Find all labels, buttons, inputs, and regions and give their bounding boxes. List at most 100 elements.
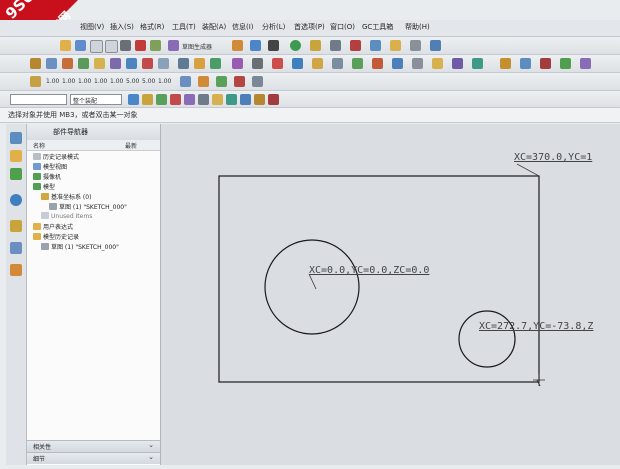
tree-item-history-sketch[interactable]: 草图 (1) "SKETCH_000" [41, 242, 119, 251]
delete-icon[interactable] [135, 40, 146, 51]
snap-point-icon[interactable] [184, 94, 195, 105]
analysis-icon[interactable] [540, 58, 551, 69]
sketch-canvas[interactable]: XC=370.0,YC=1 XC=0.0,YC=0.0,ZC=0.0 XC=27… [161, 124, 620, 465]
project-icon[interactable] [432, 58, 443, 69]
copy-icon[interactable] [120, 40, 131, 51]
type-filter-dropdown[interactable] [10, 94, 67, 105]
boss-icon[interactable] [78, 58, 89, 69]
pad-icon[interactable] [110, 58, 121, 69]
dimension-icon[interactable] [412, 58, 423, 69]
unit-label[interactable]: 5.00 [126, 78, 139, 85]
snap-tangent-icon[interactable] [198, 94, 209, 105]
view-icon[interactable] [250, 40, 261, 51]
tree-item-model-views[interactable]: 模型视图 [33, 162, 67, 171]
symbol-icon[interactable] [234, 76, 245, 87]
palette-tab-icon[interactable] [10, 264, 22, 276]
reuse-library-tab-icon[interactable] [10, 168, 22, 180]
unit-label[interactable]: 1.00 [94, 78, 107, 85]
column-latest[interactable]: 最新 [125, 141, 137, 150]
dimension-style-icon[interactable] [30, 76, 41, 87]
tree-item-model-history[interactable]: 模型历史记录 [33, 232, 79, 241]
menu-view[interactable]: 视图(V) [80, 22, 104, 32]
curve-icon[interactable] [560, 58, 571, 69]
unit-label[interactable]: 1.00 [110, 78, 123, 85]
intersect-icon[interactable] [452, 58, 463, 69]
unit-label[interactable]: 1.00 [62, 78, 75, 85]
spline-icon[interactable] [332, 58, 343, 69]
menu-tools[interactable]: 工具(T) [172, 22, 196, 32]
menu-help[interactable]: 帮助(H) [405, 22, 430, 32]
fillet-icon[interactable] [372, 58, 383, 69]
menu-prefs[interactable]: 首选项(P) [294, 22, 325, 32]
sweep-icon[interactable] [580, 58, 591, 69]
menu-window[interactable]: 窗口(O) [330, 22, 355, 32]
revolve-icon[interactable] [46, 58, 57, 69]
snap-face-icon[interactable] [254, 94, 265, 105]
snap-center-icon[interactable] [170, 94, 181, 105]
assembly-filter-dropdown[interactable]: 整个装配 [70, 94, 122, 105]
gdt-icon[interactable] [252, 76, 263, 87]
sketch-rectangle[interactable] [218, 175, 540, 383]
layer-icon[interactable] [310, 40, 321, 51]
menu-assembly[interactable]: 装配(A) [202, 22, 226, 32]
tree-item-model[interactable]: 模型 [33, 182, 55, 191]
history-tab-icon[interactable] [10, 220, 22, 232]
pocket-icon[interactable] [94, 58, 105, 69]
hole-icon[interactable] [62, 58, 73, 69]
tools-icon[interactable] [390, 40, 401, 51]
snap-mid-icon[interactable] [156, 94, 167, 105]
line-icon[interactable] [252, 58, 263, 69]
open-icon[interactable] [60, 40, 71, 51]
move-icon[interactable] [472, 58, 483, 69]
tree-item-history-mode[interactable]: 历史记录模式 [33, 152, 79, 161]
assembly-navigator-tab-icon[interactable] [10, 150, 22, 162]
offset-icon[interactable] [352, 58, 363, 69]
sketch-icon[interactable] [168, 40, 179, 51]
surface-icon[interactable] [500, 58, 511, 69]
sphere-icon[interactable] [290, 40, 301, 51]
mirror-icon[interactable] [194, 58, 205, 69]
select-icon[interactable] [128, 94, 139, 105]
point-icon[interactable] [232, 58, 243, 69]
unit-label[interactable]: 1.00 [46, 78, 59, 85]
menu-analysis[interactable]: 分析(L) [262, 22, 285, 32]
web-browser-tab-icon[interactable] [10, 242, 22, 254]
snap-existing-icon[interactable] [268, 94, 279, 105]
menu-info[interactable]: 信息(I) [232, 22, 254, 32]
unit-label[interactable]: 1.00 [78, 78, 91, 85]
snap-icon[interactable] [232, 40, 243, 51]
unit-label[interactable]: 1.00 [158, 78, 171, 85]
menu-insert[interactable]: 插入(S) [110, 22, 134, 32]
warning-icon[interactable] [350, 40, 361, 51]
measure-icon[interactable] [330, 40, 341, 51]
arc-icon[interactable] [272, 58, 283, 69]
snap-grid-icon[interactable] [212, 94, 223, 105]
label-icon[interactable] [198, 76, 209, 87]
dependencies-panel[interactable]: 相关性 ⌄ [27, 440, 160, 452]
mesh-icon[interactable] [520, 58, 531, 69]
chamfer-icon[interactable] [142, 58, 153, 69]
info-tab-icon[interactable] [10, 194, 22, 206]
save-icon[interactable] [75, 40, 86, 51]
rectangle-icon[interactable] [312, 58, 323, 69]
column-name[interactable]: 名称 [33, 141, 45, 150]
menu-gc-tools[interactable]: GC工具箱 [362, 22, 393, 32]
assembly-icon[interactable] [370, 40, 381, 51]
snap-end-icon[interactable] [142, 94, 153, 105]
shell-icon[interactable] [158, 58, 169, 69]
sketch-mode-label[interactable]: 草图生成器 [182, 42, 212, 51]
snap-quadrant-icon[interactable] [226, 94, 237, 105]
menu-format[interactable]: 格式(R) [140, 22, 164, 32]
render-icon[interactable] [268, 40, 279, 51]
tree-item-cameras[interactable]: 摄像机 [33, 172, 61, 181]
part-navigator-tab-icon[interactable] [10, 132, 22, 144]
large-circle[interactable] [264, 239, 360, 335]
settings-icon[interactable] [410, 40, 421, 51]
trim-icon[interactable] [178, 58, 189, 69]
circle-icon[interactable] [292, 58, 303, 69]
tree-item-unused[interactable]: Unused Items [41, 212, 92, 221]
help-icon[interactable] [430, 40, 441, 51]
small-circle[interactable] [458, 310, 516, 368]
blend-icon[interactable] [126, 58, 137, 69]
repeat-icon[interactable] [150, 40, 161, 51]
